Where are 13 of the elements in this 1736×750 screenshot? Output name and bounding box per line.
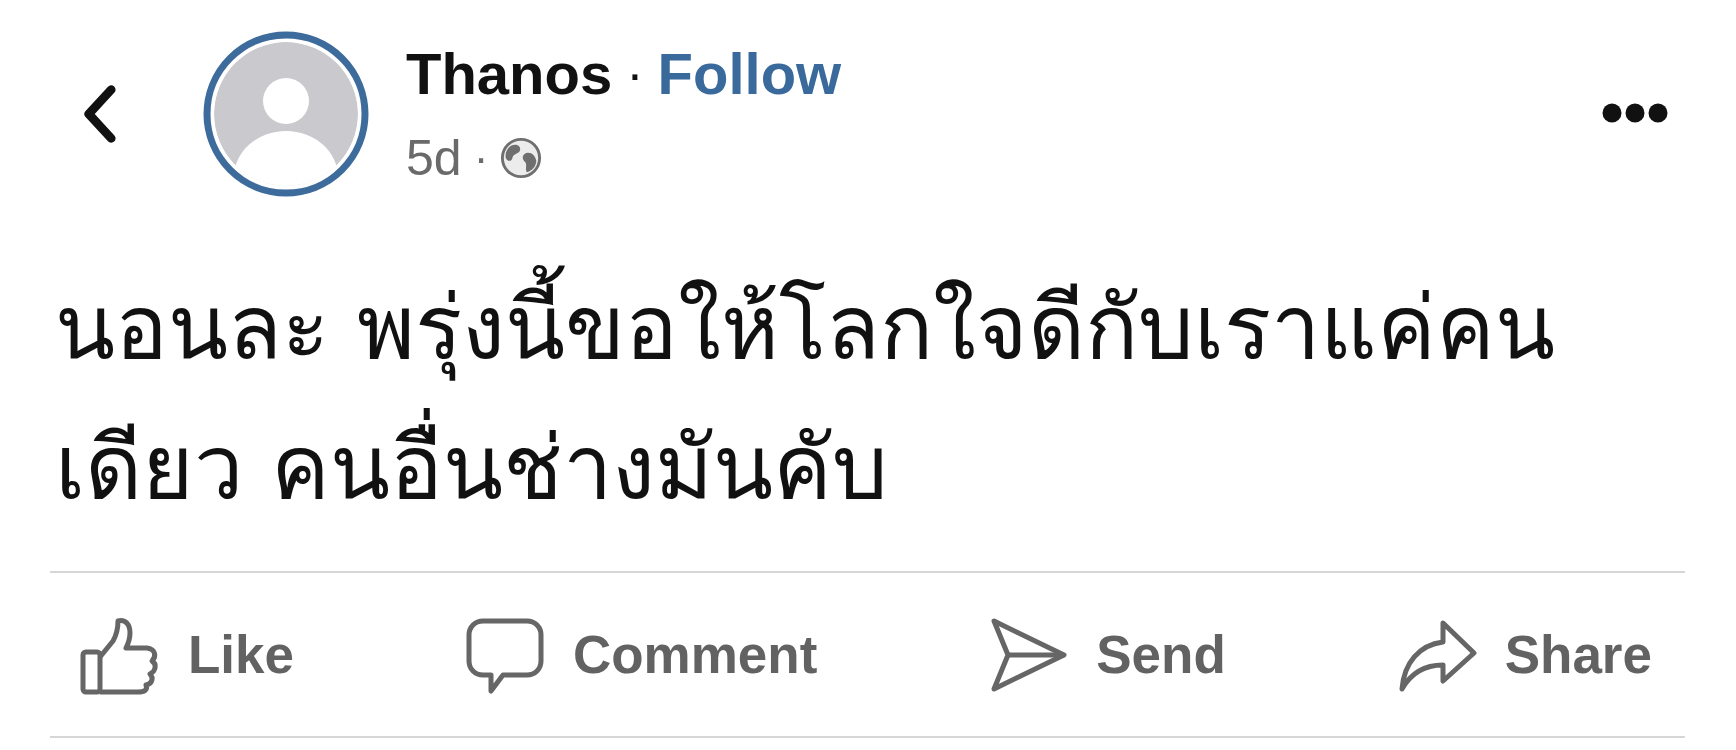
share-button[interactable]: Share [1396, 614, 1652, 695]
post-text: นอนละ พรุ่งนี้ขอให้โลกใจดีกับเราแค่คนเดียว คนอื่นช่างมันคับ [55, 258, 1666, 538]
follow-link[interactable]: Follow [657, 39, 842, 107]
avatar-icon[interactable] [203, 31, 369, 197]
globe-icon [500, 136, 543, 179]
post-time: 5d [406, 128, 462, 187]
more-options-icon[interactable] [1602, 103, 1668, 123]
separator-dot: · [626, 43, 644, 103]
separator-dot: · [473, 132, 489, 183]
like-button[interactable]: Like [80, 614, 295, 695]
send-button[interactable]: Send [988, 614, 1226, 695]
author-name[interactable]: Thanos [406, 39, 613, 107]
comment-button[interactable]: Comment [464, 614, 818, 695]
